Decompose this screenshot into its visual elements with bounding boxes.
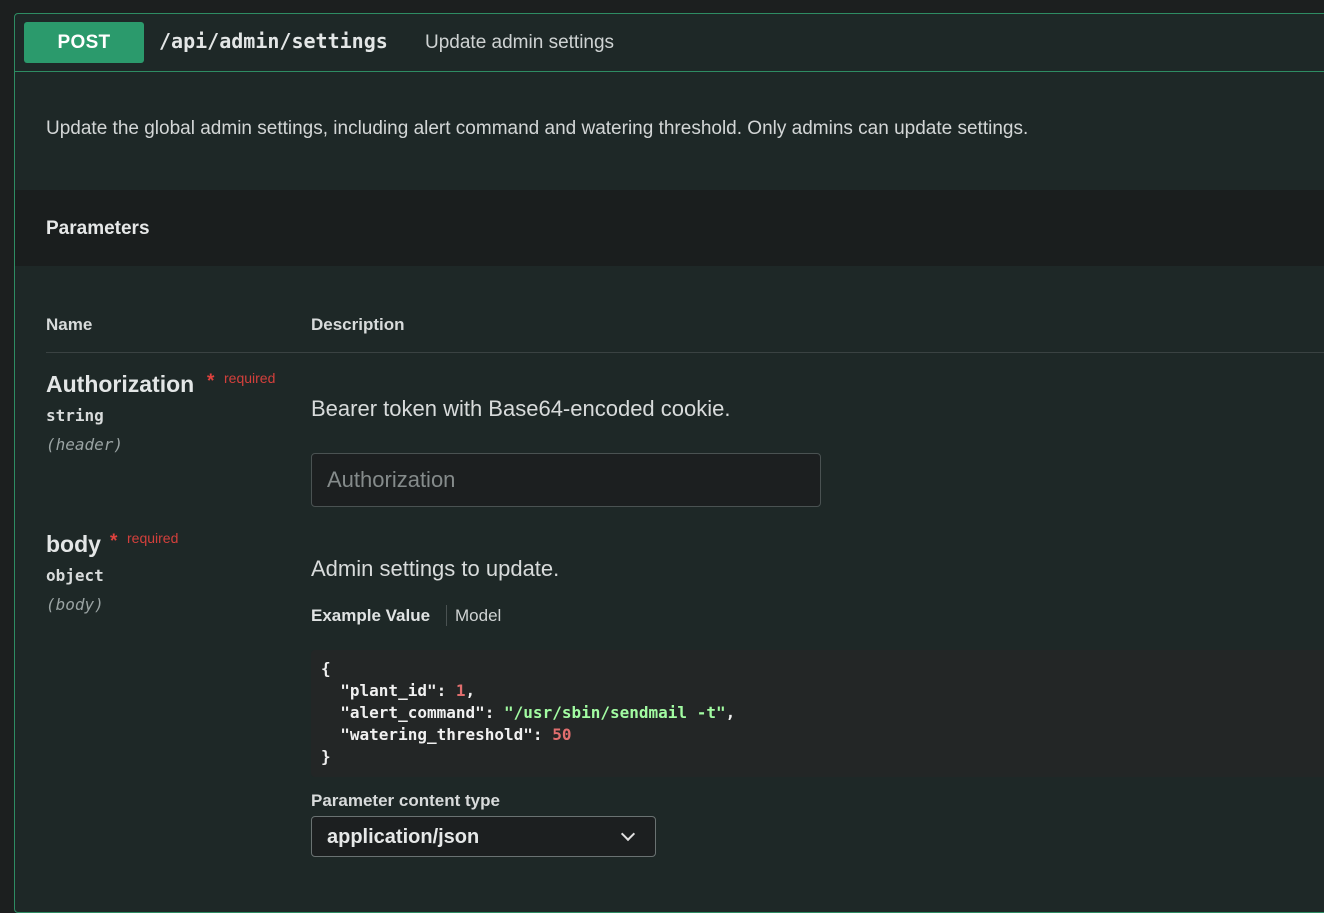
json-comma: , bbox=[725, 703, 736, 722]
method-badge: POST bbox=[24, 22, 144, 63]
operation-summary[interactable]: POST /api/admin/settings Update admin se… bbox=[15, 14, 1324, 72]
code-brace-open: { bbox=[321, 659, 331, 678]
parameters-title: Parameters bbox=[46, 218, 150, 239]
json-key: "alert_command" bbox=[340, 703, 485, 722]
content-type-select[interactable]: application/json bbox=[311, 816, 656, 857]
tab-example-value[interactable]: Example Value bbox=[311, 606, 430, 626]
example-value-code[interactable]: { "plant_id": 1, "alert_command": "/usr/… bbox=[311, 650, 1324, 777]
chevron-down-icon bbox=[620, 826, 636, 842]
param-name-body: body bbox=[46, 531, 101, 557]
param-location: (body) bbox=[46, 595, 104, 614]
column-header-description: Description bbox=[311, 315, 405, 334]
content-type-value: application/json bbox=[327, 826, 480, 848]
param-description-body: Admin settings to update. bbox=[311, 556, 560, 581]
header-divider bbox=[46, 352, 1324, 353]
param-location: (header) bbox=[46, 435, 124, 454]
column-header-name: Name bbox=[46, 315, 93, 334]
code-brace-close: } bbox=[321, 747, 331, 766]
required-label: required bbox=[127, 530, 179, 546]
json-value: 50 bbox=[552, 725, 572, 744]
tab-model[interactable]: Model bbox=[455, 606, 501, 626]
param-name-authorization: Authorization bbox=[46, 371, 195, 397]
code-line: "watering_threshold": 50 bbox=[340, 725, 572, 744]
operation-summary-text: Update admin settings bbox=[425, 32, 615, 53]
tab-divider bbox=[446, 605, 447, 626]
param-type: string bbox=[46, 406, 104, 425]
operation-block: POST /api/admin/settings Update admin se… bbox=[14, 13, 1324, 913]
code-line: } bbox=[321, 746, 1324, 768]
json-value: "/usr/sbin/sendmail -t" bbox=[504, 703, 726, 722]
code-line: "plant_id": 1, bbox=[340, 681, 476, 700]
code-line: "alert_command": "/usr/sbin/sendmail -t"… bbox=[340, 703, 736, 722]
endpoint-path: /api/admin/settings bbox=[159, 29, 388, 53]
required-label: required bbox=[224, 370, 276, 386]
code-line: { bbox=[321, 658, 1324, 680]
json-comma: , bbox=[465, 681, 476, 700]
content-type-label: Parameter content type bbox=[311, 791, 500, 810]
json-key: "watering_threshold" bbox=[340, 725, 533, 744]
json-value: 1 bbox=[455, 681, 466, 700]
json-key: "plant_id" bbox=[340, 681, 437, 700]
param-description-authorization: Bearer token with Base64-encoded cookie. bbox=[311, 396, 731, 421]
parameters-header: Parameters bbox=[15, 190, 1324, 266]
operation-description: Update the global admin settings, includ… bbox=[46, 118, 1029, 139]
authorization-input[interactable] bbox=[311, 453, 821, 507]
required-star: * bbox=[207, 371, 215, 392]
param-type: object bbox=[46, 566, 104, 585]
required-star: * bbox=[110, 531, 118, 552]
